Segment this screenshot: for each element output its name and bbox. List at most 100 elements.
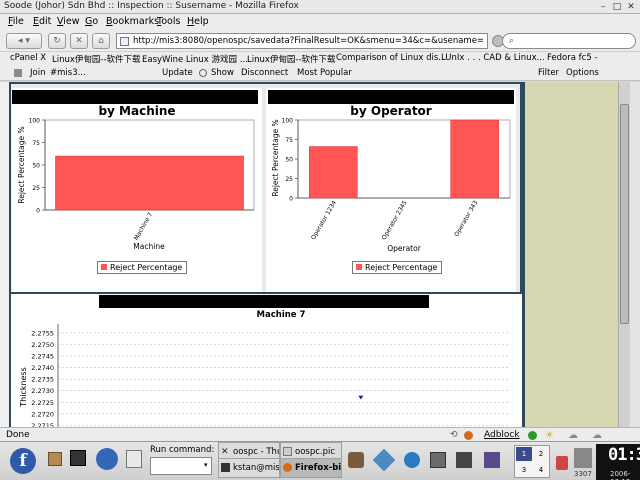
close-icon[interactable]: ✕ <box>626 2 636 12</box>
back-button[interactable]: ◂ ▾ <box>6 33 42 49</box>
operator-legend-label: Reject Percentage <box>365 263 438 272</box>
home-button[interactable]: ⌂ <box>92 33 110 49</box>
update-button[interactable]: Update <box>162 68 193 78</box>
workspace-4[interactable]: 4 <box>533 463 549 477</box>
task-label: kstan@mis <box>233 463 280 473</box>
browser-icon[interactable] <box>96 448 118 470</box>
url-text[interactable]: http://mis3:8080/openospc/savedata?Final… <box>133 36 483 46</box>
bookmark-item[interactable]: Comparison of Linux dis... <box>336 53 446 63</box>
adblock-link[interactable]: Adblock <box>484 430 520 440</box>
media-launcher-icon[interactable] <box>484 452 500 468</box>
status-bar: Done ⟲ Adblock ☀ ☁ ☁ <box>0 427 640 441</box>
fedora-menu-icon[interactable]: f <box>10 448 36 474</box>
workspace-switcher[interactable]: 1 2 3 4 <box>514 445 550 478</box>
y-tick-label: 75 <box>32 140 40 147</box>
terminal-icon[interactable] <box>70 450 86 466</box>
notification-icon[interactable] <box>556 456 568 470</box>
cloud-icon-2[interactable]: ☁ <box>592 430 602 441</box>
page-content[interactable]: by Machine 100 75 50 25 0 Machine 7 Reject Pe… <box>0 82 640 427</box>
y-tick-label: 100 <box>29 118 41 125</box>
most-popular-button[interactable]: Most Popular <box>297 68 352 78</box>
y-tick-label: 2.2735 <box>31 376 54 384</box>
tray-icon[interactable] <box>574 448 592 468</box>
menu-bookmarks[interactable]: Bookmarks <box>106 16 159 27</box>
workspace-3[interactable]: 3 <box>516 463 532 477</box>
workspace-2[interactable]: 2 <box>533 447 549 461</box>
refresh-icon[interactable]: ⟲ <box>450 430 458 440</box>
status-green-icon[interactable] <box>528 431 537 440</box>
scrollbar-thumb[interactable] <box>620 104 629 324</box>
task-button[interactable]: kstan@mis <box>218 458 280 478</box>
search-input[interactable]: ⌕ <box>502 33 636 49</box>
menu-tools[interactable]: Tools <box>157 16 180 27</box>
machine-legend-label: Reject Percentage <box>110 263 183 272</box>
filter-button[interactable]: Filter <box>538 68 559 78</box>
machine-y-axis-label: Reject Percentage % <box>17 126 26 203</box>
bookmark-item[interactable]: Fedora fc5 - <box>547 53 598 63</box>
app-launcher-icon[interactable] <box>348 452 364 468</box>
bookmark-item[interactable]: Linux伊甸园--软件下载 <box>52 53 141 65</box>
clapper-launcher-icon[interactable] <box>456 452 472 468</box>
clock-date: 2006-06-12 <box>610 470 631 480</box>
cloud-icon[interactable]: ☁ <box>568 430 578 441</box>
window-title: Soode (Johor) Sdn Bhd :: Inspection :: S… <box>4 1 299 11</box>
stop-icon: ✕ <box>75 36 83 46</box>
menu-go[interactable]: Go <box>85 16 98 27</box>
vertical-scrollbar[interactable] <box>618 82 630 427</box>
editor-icon[interactable] <box>126 450 142 468</box>
legend-swatch <box>101 264 107 270</box>
y-tick-label: 0 <box>289 196 293 203</box>
firefox-task-icon <box>283 463 292 472</box>
menu-help[interactable]: Help <box>187 16 209 27</box>
globe-launcher-icon[interactable] <box>404 452 420 468</box>
data-point <box>358 395 364 400</box>
channel-field[interactable]: #mis3... <box>50 68 86 78</box>
y-tick-label: 25 <box>285 176 293 183</box>
menu-file[interactable]: File <box>8 16 24 27</box>
task-label: oospc.pic <box>295 447 336 457</box>
y-tick-label: 50 <box>285 157 293 164</box>
workspace-1[interactable]: 1 <box>516 447 532 461</box>
clock[interactable]: 01:32 2006-06-12 <box>596 444 640 480</box>
chevron-down-icon[interactable]: ▾ <box>204 461 208 469</box>
show-button[interactable]: Show <box>211 68 234 78</box>
menu-edit[interactable]: Edit <box>33 16 51 27</box>
operator-chart-panel: by Operator 100 75 50 25 0 Operator 1234 Opera… <box>266 88 516 292</box>
home-folder-icon[interactable] <box>48 452 62 466</box>
task-button-active[interactable]: Firefox-bin <box>280 458 342 478</box>
clock-time: 01:32 <box>608 445 640 465</box>
monitor-launcher-icon[interactable] <box>430 452 446 468</box>
menu-view[interactable]: View <box>57 16 80 27</box>
machine-chart-panel: by Machine 100 75 50 25 0 Machine 7 Reject Pe… <box>12 88 262 292</box>
edit-launcher-icon[interactable] <box>372 448 396 472</box>
machine-legend: Reject Percentage <box>97 261 188 274</box>
window-edge <box>630 82 640 427</box>
bookmark-item[interactable]: cPanel X <box>10 53 46 63</box>
bar <box>450 119 499 199</box>
bar <box>309 146 358 199</box>
weather-icon[interactable]: ☀ <box>545 430 554 441</box>
bookmark-item[interactable]: Linux伊甸园--软件下载 <box>247 53 336 65</box>
bookmark-item[interactable]: EasyWine Linux 游戏园 ... <box>142 53 248 65</box>
join-button[interactable]: Join <box>30 68 45 78</box>
thickness-chart-panel: Machine 7 2.2755 2.2750 2.2745 2.2740 2.2735… <box>9 294 522 427</box>
image-icon <box>283 447 292 456</box>
window-title-bar[interactable]: Soode (Johor) Sdn Bhd :: Inspection :: S… <box>0 0 640 14</box>
operator-legend: Reject Percentage <box>352 261 443 274</box>
reload-button[interactable]: ↻ <box>48 33 66 49</box>
y-tick-label: 25 <box>32 185 40 192</box>
task-label: oospc - Thu <box>233 447 280 457</box>
run-command-input[interactable] <box>150 457 212 475</box>
bookmark-item[interactable]: LUnIx . . . CAD & Linux... <box>441 53 545 63</box>
maximize-icon[interactable]: □ <box>612 2 622 12</box>
y-tick-label: 2.2730 <box>31 387 54 395</box>
options-button[interactable]: Options <box>566 68 599 78</box>
stop-button[interactable]: ✕ <box>70 33 88 49</box>
disconnect-button[interactable]: Disconnect <box>241 68 288 78</box>
url-input[interactable]: http://mis3:8080/openospc/savedata?Final… <box>116 33 488 49</box>
minimize-icon[interactable]: – <box>598 2 608 12</box>
reload-icon: ↻ <box>53 36 61 46</box>
firefox-icon[interactable] <box>464 431 473 440</box>
operator-y-axis-label: Reject Percentage % <box>271 119 280 196</box>
extension-toolbar: Join #mis3... Update Show Disconnect Mos… <box>0 65 640 81</box>
